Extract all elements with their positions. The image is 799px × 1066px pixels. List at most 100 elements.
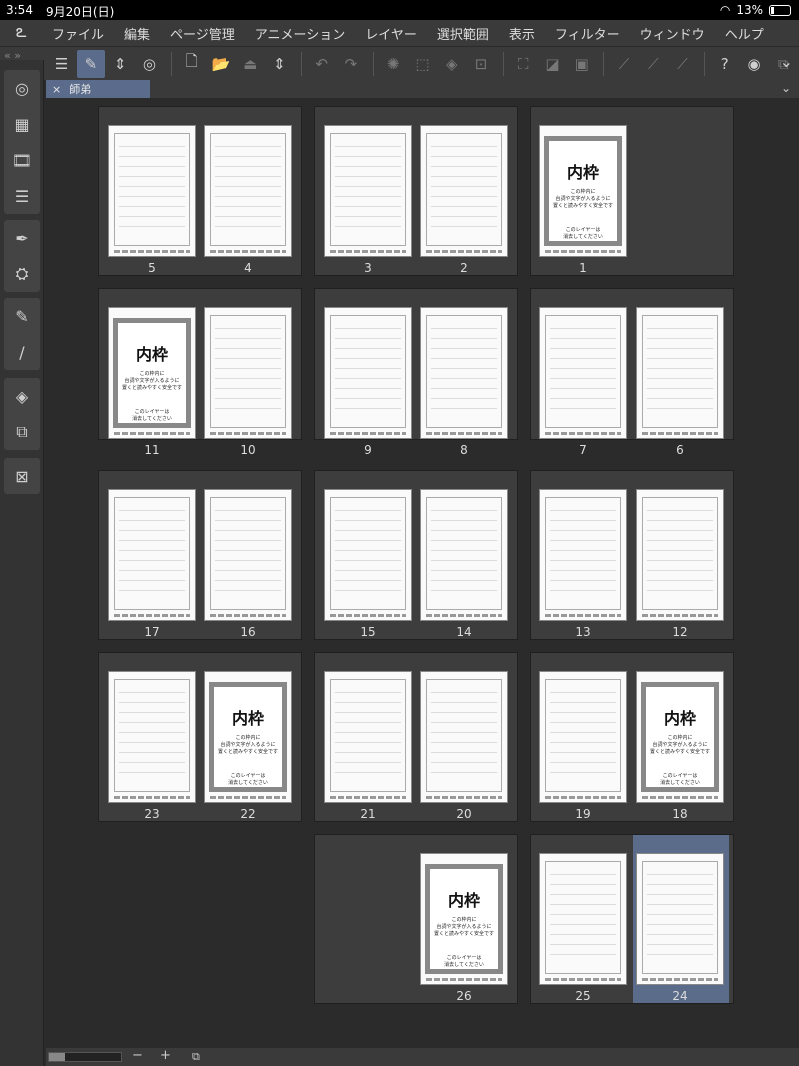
- date: 9月20日(日): [46, 5, 115, 19]
- page-thumbnail-24[interactable]: [636, 853, 724, 985]
- tool-settings-icon[interactable]: ✎: [4, 298, 40, 334]
- new-file-icon[interactable]: 🗋: [178, 50, 205, 78]
- edit-page-icon[interactable]: ✎: [77, 49, 105, 78]
- color-icon[interactable]: ◉: [740, 50, 767, 78]
- ruler3-icon[interactable]: ⟋: [669, 50, 696, 78]
- template-note: この枠内に 台詞や文字が入るように 置くと読みやすく安全です: [648, 735, 712, 756]
- fit-icon[interactable]: ⧉: [192, 1050, 200, 1064]
- navigator-icon[interactable]: ◎: [4, 70, 40, 106]
- template-line: 台詞や文字が入るように: [124, 378, 180, 384]
- invert-selection-icon[interactable]: ◪: [539, 50, 566, 78]
- page-thumbnail-26[interactable]: 内枠 この枠内に 台詞や文字が入るように 置くと読みやすく安全です このレイヤーは 消去し…: [420, 853, 508, 985]
- page-thumbnail-14[interactable]: [420, 489, 508, 621]
- page-number: 16: [240, 625, 256, 639]
- sketch-content: [335, 328, 401, 418]
- page-thumbnail-8[interactable]: [420, 307, 508, 439]
- menu-filter[interactable]: フィルター: [545, 24, 630, 43]
- page-thumbnail-18[interactable]: 内枠 この枠内に 台詞や文字が入るように 置くと読みやすく安全です このレイヤーは 消去し…: [636, 671, 724, 803]
- menu-selection[interactable]: 選択範囲: [427, 24, 499, 43]
- page-thumbnail-13[interactable]: [539, 489, 627, 621]
- page-thumbnail-25[interactable]: [539, 853, 627, 985]
- page-thumbnail-6[interactable]: [636, 307, 724, 439]
- tool-property-icon[interactable]: ⛭: [4, 256, 40, 292]
- zoom-slider[interactable]: [48, 1052, 122, 1062]
- toolbar-divider: [301, 51, 303, 76]
- menu-animation[interactable]: アニメーション: [245, 24, 355, 43]
- undo-icon[interactable]: ↶: [308, 50, 335, 78]
- page-number: 25: [575, 989, 591, 1003]
- sketch-content: [335, 692, 401, 782]
- page-number: 24: [672, 989, 688, 1003]
- select-area-icon[interactable]: ⬚: [409, 50, 436, 78]
- fill-icon[interactable]: ◈: [438, 50, 465, 78]
- page-thumbnail-16[interactable]: [204, 489, 292, 621]
- menu-window[interactable]: ウィンドウ: [630, 24, 715, 43]
- redo-icon[interactable]: ↷: [337, 50, 364, 78]
- page-number: 14: [456, 625, 472, 639]
- page-thumbnail-12[interactable]: [636, 489, 724, 621]
- chevron-down-icon[interactable]: ⌄: [780, 52, 793, 71]
- ruler-icon[interactable]: ⟋: [610, 50, 637, 78]
- material-icon[interactable]: ⧉: [4, 414, 40, 450]
- subview-icon[interactable]: ▦: [4, 106, 40, 142]
- page-thumbnail-15[interactable]: [324, 489, 412, 621]
- page-thumbnail-4[interactable]: [204, 125, 292, 257]
- more-arrows-icon[interactable]: ⇕: [266, 50, 293, 78]
- sketch-content: [550, 328, 616, 418]
- page-thumbnail-3[interactable]: [324, 125, 412, 257]
- ruler2-icon[interactable]: ⟋: [640, 50, 667, 78]
- deselect-icon[interactable]: ⛶: [510, 50, 537, 78]
- left-group-5: ⊠: [4, 458, 40, 494]
- page-thumbnail-7[interactable]: [539, 307, 627, 439]
- page-thumbnail-23[interactable]: [108, 671, 196, 803]
- page-thumbnail-5[interactable]: [108, 125, 196, 257]
- zoom-out-button[interactable]: −: [132, 1048, 143, 1063]
- page-thumbnail-17[interactable]: [108, 489, 196, 621]
- loading-icon[interactable]: ✺: [380, 50, 407, 78]
- page-thumbnail-9[interactable]: [324, 307, 412, 439]
- page-number: 21: [360, 807, 376, 821]
- open-folder-icon[interactable]: 📂: [207, 50, 234, 78]
- transform-icon[interactable]: ⊡: [467, 50, 494, 78]
- document-tab[interactable]: × 師弟: [46, 80, 150, 98]
- page-thumbnail-2[interactable]: [420, 125, 508, 257]
- toolbar-divider: [502, 51, 504, 76]
- menu-help[interactable]: ヘルプ: [715, 24, 774, 43]
- save-icon[interactable]: ⏏: [237, 50, 264, 78]
- help-icon[interactable]: ?: [711, 50, 738, 78]
- page-thumbnail-1[interactable]: 内枠 この枠内に 台詞や文字が入るように 置くと読みやすく安全です このレイヤーは 消去し…: [539, 125, 627, 257]
- page-thumbnail-19[interactable]: [539, 671, 627, 803]
- app-logo-icon[interactable]: ఽ: [0, 21, 42, 46]
- hamburger-menu-icon[interactable]: ☰: [48, 50, 75, 78]
- close-panel-icon[interactable]: ⊠: [4, 458, 40, 494]
- menu-file[interactable]: ファイル: [42, 24, 114, 43]
- brush-size-icon[interactable]: ✒: [4, 220, 40, 256]
- page-thumbnail-11[interactable]: 内枠 この枠内に 台詞や文字が入るように 置くと読みやすく安全です このレイヤーは 消去し…: [108, 307, 196, 439]
- layers-icon[interactable]: ◈: [4, 378, 40, 414]
- reorder-arrows-icon[interactable]: ⇕: [107, 50, 134, 78]
- border-icon[interactable]: ▣: [568, 50, 595, 78]
- menu-view[interactable]: 表示: [499, 24, 545, 43]
- chevron-down-icon[interactable]: ⌄: [781, 81, 791, 95]
- layer-property-icon[interactable]: ☰: [4, 178, 40, 214]
- close-tab-icon[interactable]: ×: [52, 83, 61, 96]
- sketch-content: [431, 510, 497, 600]
- pen-icon[interactable]: /: [4, 334, 40, 370]
- page-footer: [114, 250, 190, 253]
- page-thumbnail-20[interactable]: [420, 671, 508, 803]
- page-thumbnail-22[interactable]: 内枠 この枠内に 台詞や文字が入るように 置くと読みやすく安全です このレイヤーは 消去し…: [204, 671, 292, 803]
- template-note-2: このレイヤーは 消去してください: [551, 227, 615, 241]
- page-thumbnail-21[interactable]: [324, 671, 412, 803]
- template-line: 消去してください: [660, 780, 700, 786]
- sketch-content: [431, 328, 497, 418]
- document-tab-title: 師弟: [69, 83, 92, 96]
- zoom-in-button[interactable]: +: [160, 1048, 171, 1063]
- page-number: 13: [575, 625, 591, 639]
- spiral-icon[interactable]: ◎: [136, 50, 163, 78]
- template-line: 台詞や文字が入るように: [436, 924, 492, 930]
- page-thumbnail-10[interactable]: [204, 307, 292, 439]
- timeline-icon[interactable]: 🎞: [4, 142, 40, 178]
- menu-layer[interactable]: レイヤー: [355, 24, 427, 43]
- menu-edit[interactable]: 編集: [114, 24, 160, 43]
- menu-page[interactable]: ページ管理: [160, 24, 245, 43]
